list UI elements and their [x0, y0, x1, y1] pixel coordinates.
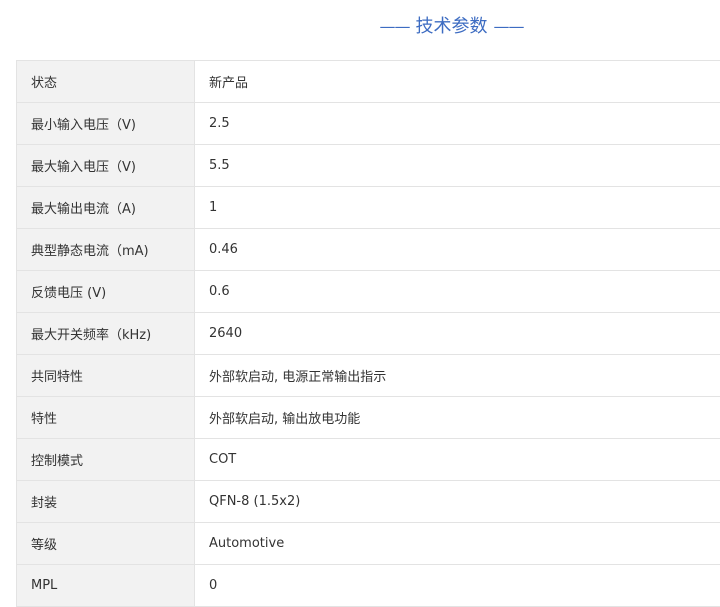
table-row: MPL 0 — [16, 564, 720, 607]
table-row: 封装 QFN-8 (1.5x2) — [16, 480, 720, 523]
section-title-text: 技术参数 — [415, 16, 488, 37]
spec-label: 最大输入电压（V) — [16, 144, 195, 187]
section-title: —— 技术参数 —— — [0, 14, 720, 40]
spec-value: 外部软启动, 电源正常输出指示 — [194, 354, 720, 397]
spec-value: 2640 — [194, 312, 720, 355]
spec-table: 状态 新产品 最小输入电压（V) 2.5 最大输入电压（V) 5.5 最大输出电… — [16, 60, 720, 607]
table-row: 共同特性 外部软启动, 电源正常输出指示 — [16, 354, 720, 397]
spec-label: 共同特性 — [16, 354, 195, 397]
table-row: 最大开关频率（kHz) 2640 — [16, 312, 720, 355]
spec-label: 等级 — [16, 522, 195, 565]
table-row: 特性 外部软启动, 输出放电功能 — [16, 396, 720, 439]
spec-value: 外部软启动, 输出放电功能 — [194, 396, 720, 439]
spec-label: 最大输出电流（A) — [16, 186, 195, 229]
table-row: 反馈电压 (V) 0.6 — [16, 270, 720, 313]
spec-value: 0.6 — [194, 270, 720, 313]
spec-value: QFN-8 (1.5x2) — [194, 480, 720, 523]
table-row: 最小输入电压（V) 2.5 — [16, 102, 720, 145]
table-row: 控制模式 COT — [16, 438, 720, 481]
spec-value: 0 — [194, 564, 720, 607]
spec-label: 反馈电压 (V) — [16, 270, 195, 313]
spec-value: COT — [194, 438, 720, 481]
spec-label: 最大开关频率（kHz) — [16, 312, 195, 355]
spec-label: 典型静态电流（mA) — [16, 228, 195, 271]
table-row: 状态 新产品 — [16, 60, 720, 103]
spec-label: 状态 — [16, 60, 195, 103]
table-row: 最大输入电压（V) 5.5 — [16, 144, 720, 187]
table-row: 最大输出电流（A) 1 — [16, 186, 720, 229]
title-left-dash: —— — [379, 17, 411, 36]
title-right-dash: —— — [493, 17, 525, 36]
spec-label: MPL — [16, 564, 195, 607]
spec-value: 2.5 — [194, 102, 720, 145]
spec-value: Automotive — [194, 522, 720, 565]
spec-value: 1 — [194, 186, 720, 229]
spec-value: 5.5 — [194, 144, 720, 187]
spec-value: 新产品 — [194, 60, 720, 103]
table-row: 等级 Automotive — [16, 522, 720, 565]
table-row: 典型静态电流（mA) 0.46 — [16, 228, 720, 271]
spec-value: 0.46 — [194, 228, 720, 271]
spec-label: 最小输入电压（V) — [16, 102, 195, 145]
spec-label: 特性 — [16, 396, 195, 439]
spec-label: 封装 — [16, 480, 195, 523]
spec-label: 控制模式 — [16, 438, 195, 481]
